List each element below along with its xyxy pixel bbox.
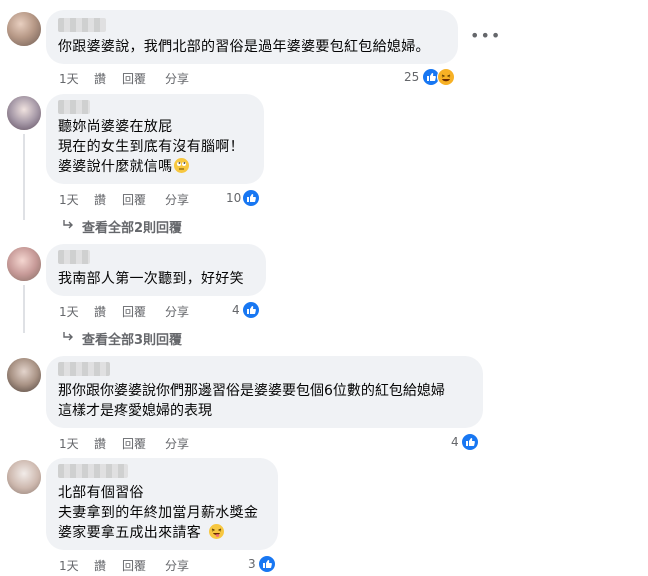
like-button[interactable]: 讚 <box>94 303 106 320</box>
like-button[interactable]: 讚 <box>94 70 106 87</box>
reply-arrow-icon <box>63 332 73 341</box>
comment-line: 那你跟你婆婆說你們那邊習俗是婆婆要包個6位數的紅包給媳婦 <box>58 383 445 399</box>
comment-line: 聽妳尚婆婆在放屁 <box>58 119 173 135</box>
comment-line: 現在的女生到底有沒有腦啊！ <box>58 139 244 155</box>
comment-bubble: 北部有個習俗 夫妻拿到的年終加當月薪水獎金 婆家要拿五成出來請客 <box>46 458 278 550</box>
comment-line: 婆家要拿五成出來請客 <box>58 522 224 544</box>
commenter-name-redacted[interactable] <box>58 100 90 114</box>
comment-bubble: 聽妳尚婆婆在放屁 現在的女生到底有沒有腦啊！ 婆婆說什麼就信嗎 <box>46 94 264 184</box>
share-button[interactable]: 分享 <box>165 435 189 452</box>
timestamp[interactable]: 1天 <box>59 557 79 574</box>
commenter-name-redacted[interactable] <box>58 464 128 478</box>
avatar[interactable] <box>7 247 41 281</box>
share-button[interactable]: 分享 <box>165 557 189 574</box>
comment-line: 這樣才是疼愛媳婦的表現 <box>58 403 212 419</box>
share-button[interactable]: 分享 <box>165 191 189 208</box>
comment-line-text: 婆婆說什麼就信嗎 <box>58 159 173 175</box>
reaction-count: 4 <box>232 303 240 317</box>
view-replies-link[interactable]: 查看全部2則回覆 <box>82 217 182 236</box>
reply-arrow-icon <box>63 220 73 229</box>
timestamp[interactable]: 1天 <box>59 435 79 452</box>
timestamp[interactable]: 1天 <box>59 70 79 87</box>
avatar[interactable] <box>7 460 41 494</box>
face-with-rolling-eyes-icon <box>174 158 190 173</box>
avatar[interactable] <box>7 12 41 46</box>
thread-line <box>23 285 25 333</box>
winking-face-with-tongue-icon <box>209 524 224 539</box>
avatar[interactable] <box>7 96 41 130</box>
view-replies-link[interactable]: 查看全部3則回覆 <box>82 329 182 348</box>
commenter-name-redacted[interactable] <box>58 362 110 376</box>
timestamp[interactable]: 1天 <box>59 303 79 320</box>
reply-button[interactable]: 回覆 <box>122 435 146 452</box>
comment-line: 婆婆說什麼就信嗎 <box>58 156 190 178</box>
like-button[interactable]: 讚 <box>94 557 106 574</box>
like-icon <box>258 555 276 573</box>
reply-button[interactable]: 回覆 <box>122 191 146 208</box>
comment-line: 北部有個習俗 <box>58 485 144 501</box>
share-button[interactable]: 分享 <box>165 70 189 87</box>
timestamp[interactable]: 1天 <box>59 191 79 208</box>
commenter-name-redacted[interactable] <box>58 250 90 264</box>
like-icon <box>242 189 260 207</box>
reaction-count: 4 <box>451 435 459 449</box>
reaction-count: 10 <box>226 191 242 205</box>
comment-text: 我南部人第一次聽到，好好笑 <box>58 271 244 287</box>
like-button[interactable]: 讚 <box>94 191 106 208</box>
comment-text: 你跟婆婆說，我們北部的習俗是過年婆婆要包紅包給媳婦。 <box>58 39 430 55</box>
reply-button[interactable]: 回覆 <box>122 303 146 320</box>
thread-line <box>23 134 25 220</box>
comment-bubble: 你跟婆婆說，我們北部的習俗是過年婆婆要包紅包給媳婦。 <box>46 10 458 64</box>
like-icon <box>461 433 479 451</box>
more-options-icon[interactable]: ••• <box>470 26 501 45</box>
like-button[interactable]: 讚 <box>94 435 106 452</box>
comment-line: 夫妻拿到的年終加當月薪水獎金 <box>58 505 259 521</box>
comment-line-text: 婆家要拿五成出來請客 <box>58 525 201 541</box>
commenter-name-redacted[interactable] <box>58 18 106 32</box>
comment-bubble: 我南部人第一次聽到，好好笑 <box>46 244 266 296</box>
comment-bubble: 那你跟你婆婆說你們那邊習俗是婆婆要包個6位數的紅包給媳婦 這樣才是疼愛媳婦的表現 <box>46 356 483 428</box>
reply-button[interactable]: 回覆 <box>122 70 146 87</box>
share-button[interactable]: 分享 <box>165 303 189 320</box>
avatar[interactable] <box>7 358 41 392</box>
like-icon <box>242 301 260 319</box>
reaction-count: 25 <box>404 70 420 84</box>
reply-button[interactable]: 回覆 <box>122 557 146 574</box>
reaction-count: 3 <box>248 557 256 571</box>
haha-icon <box>437 68 455 86</box>
